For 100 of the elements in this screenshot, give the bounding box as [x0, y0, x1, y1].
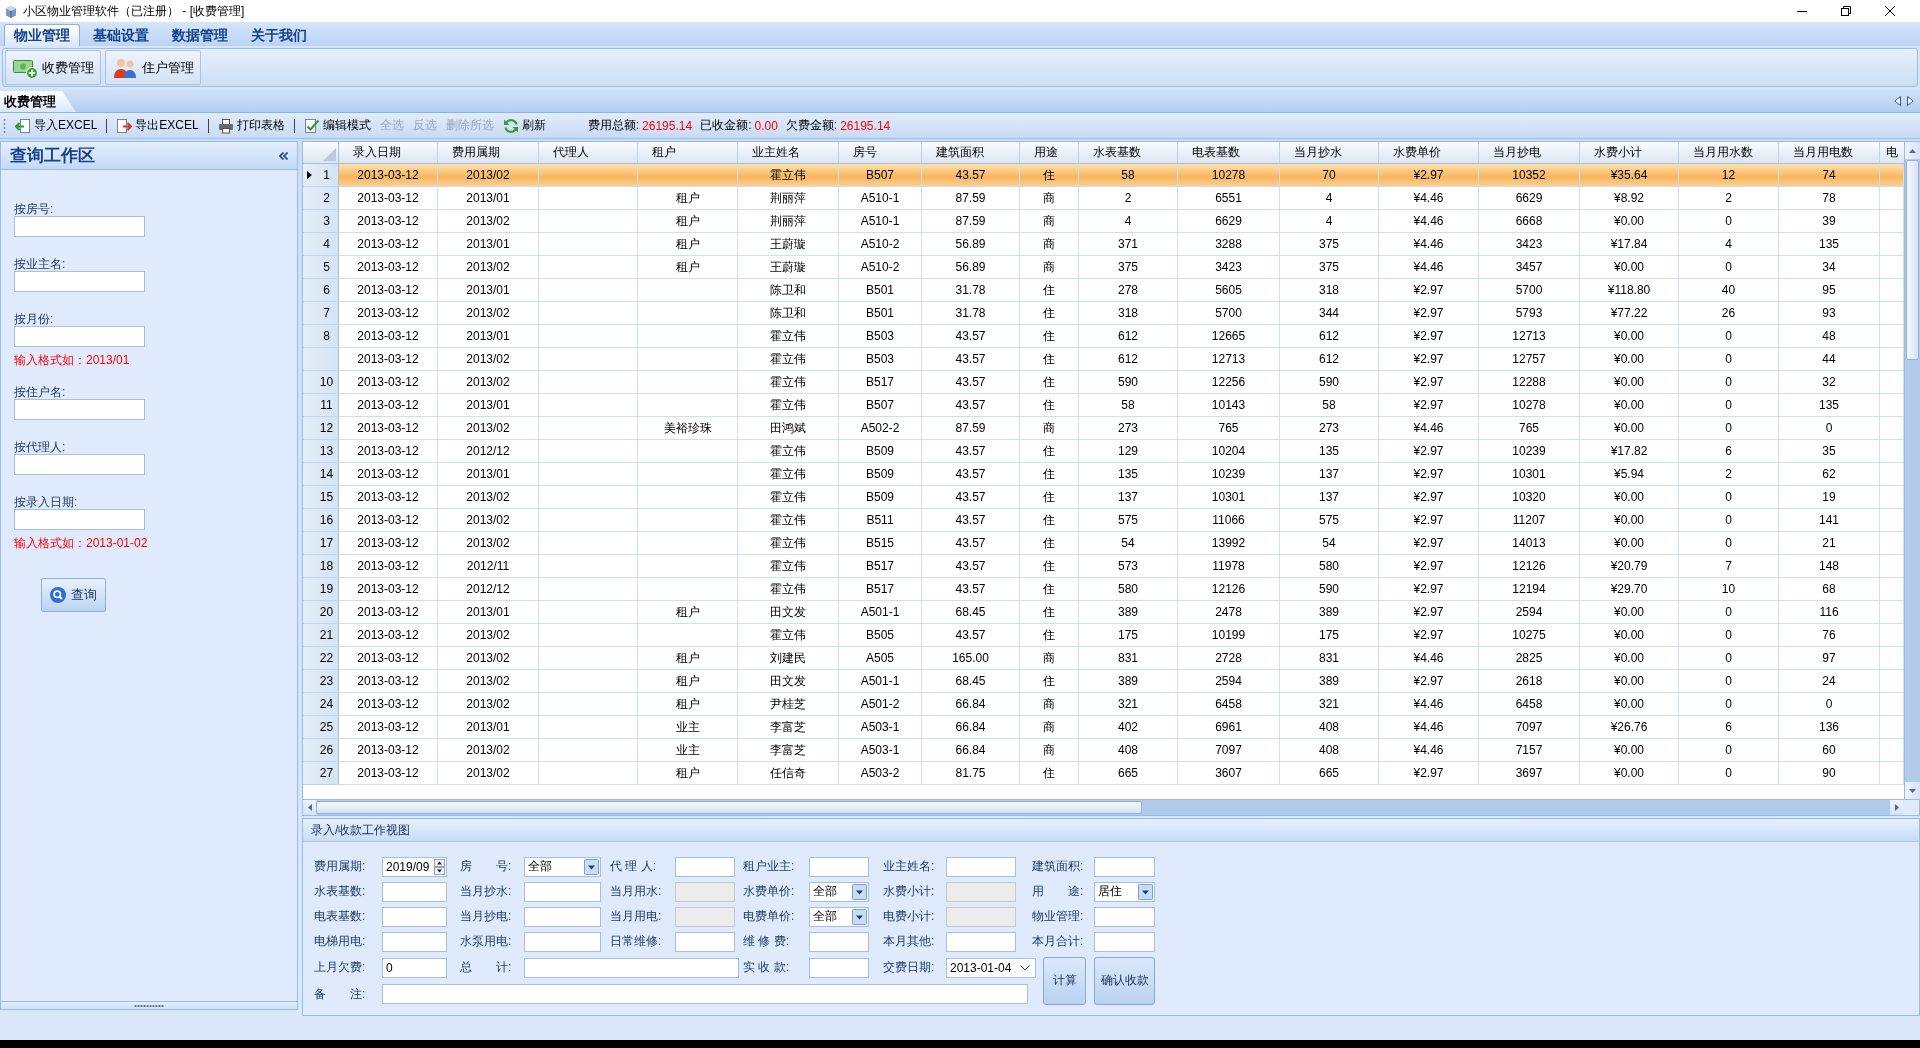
- scrollbar-thumb[interactable]: [1906, 160, 1919, 360]
- field-label: 维 修 费:: [743, 933, 790, 950]
- spin-arrows-icon[interactable]: [434, 858, 445, 875]
- table-row[interactable]: 7 2013-03-12 2013/02 陈卫和 B501 31.78 住 318 5700 344 ¥2.97 5793 ¥77.22 26 93: [303, 302, 1904, 325]
- table-row[interactable]: 16 2013-03-12 2013/02 霍立伟 B511 43.57 住 575 11066 575 ¥2.97 11207 ¥0.00 0 141: [303, 509, 1904, 532]
- arrow-right-icon[interactable]: [1907, 95, 1914, 106]
- table-row[interactable]: 21 2013-03-12 2013/02 霍立伟 B505 43.57 住 175 10199 175 ¥2.97 10275 ¥0.00 0 76: [303, 624, 1904, 647]
- table-row[interactable]: 4 2013-03-12 2013/01 租户 王蔚璇 A510-2 56.89 商 371 3288 375 ¥4.46 3423 ¥17.84 4 135: [303, 233, 1904, 256]
- input-field[interactable]: [14, 271, 145, 292]
- search-button[interactable]: 查询: [41, 578, 106, 612]
- toolbar-button[interactable]: 导出EXCEL: [113, 114, 202, 137]
- table-row[interactable]: 24 2013-03-12 2013/02 租户 尹桂芝 A501-2 66.84 商 321 6458 321 ¥4.46 6458 ¥0.00 0 0: [303, 693, 1904, 716]
- table-row[interactable]: 22 2013-03-12 2013/02 租户 刘建民 A505 165.00 商 831 2728 831 ¥4.46 2825 ¥0.00 0 97: [303, 647, 1904, 670]
- input-field[interactable]: [524, 906, 601, 927]
- table-row[interactable]: 11 2013-03-12 2013/01 霍立伟 B507 43.57 住 58 10143 58 ¥2.97 10278 ¥0.00 0 135: [303, 394, 1904, 417]
- dropdown[interactable]: 全部: [524, 856, 601, 877]
- triangle-icon[interactable]: [323, 148, 336, 161]
- ribbon-button[interactable]: 收费管理: [5, 50, 101, 85]
- table-row[interactable]: 25 2013-03-12 2013/01 业主 李富芝 A503-1 66.84 商 402 6961 408 ¥4.46 7097 ¥26.76 6 136: [303, 716, 1904, 739]
- table-row[interactable]: 1 2013-03-12 2013/02 霍立伟 B507 43.57 住 58 10278 70 ¥2.97 10352 ¥35.64 12 74: [303, 164, 1904, 187]
- table-row[interactable]: 26 2013-03-12 2013/02 业主 李富芝 A503-1 66.84 商 408 7097 408 ¥4.46 7157 ¥0.00 0 60: [303, 739, 1904, 762]
- row-number: 10: [318, 375, 335, 389]
- field-label: 电梯用电:: [314, 933, 367, 950]
- input-field[interactable]: [14, 399, 145, 420]
- format-hint: 输入格式如：2013/01: [14, 353, 130, 367]
- input-field[interactable]: [809, 957, 869, 978]
- field-label: 实 收 款:: [743, 959, 790, 976]
- action-button[interactable]: 计算: [1043, 956, 1086, 1005]
- table-row[interactable]: 14 2013-03-12 2013/01 霍立伟 B509 43.57 住 135 10239 137 ¥2.97 10301 ¥5.94 2 62: [303, 463, 1904, 486]
- toolbar-button[interactable]: 刷新: [499, 114, 549, 137]
- arrow-right-icon[interactable]: [1894, 804, 1899, 811]
- table-row[interactable]: 27 2013-03-12 2013/02 租户 任信奇 A503-2 81.75 住 665 3607 665 ¥2.97 3697 ¥0.00 0 90: [303, 762, 1904, 785]
- table-row[interactable]: 20 2013-03-12 2013/01 租户 田文发 A501-1 68.45 住 389 2478 389 ¥2.97 2594 ¥0.00 0 116: [303, 601, 1904, 624]
- total-value: 26195.14: [642, 118, 693, 133]
- table-row[interactable]: 2013-03-12 2013/02 霍立伟 B503 43.57 住 612 12713 612 ¥2.97 12757 ¥0.00 0 44: [303, 348, 1904, 371]
- table-row[interactable]: 8 2013-03-12 2013/01 霍立伟 B503 43.57 住 612 12665 612 ¥2.97 12713 ¥0.00 0 48: [303, 325, 1904, 348]
- table-row[interactable]: 12 2013-03-12 2013/02 美裕珍珠 田鸿斌 A502-2 87.59 商 273 765 273 ¥4.46 765 ¥0.00 0 0: [303, 417, 1904, 440]
- table-row[interactable]: 6 2013-03-12 2013/01 陈卫和 B501 31.78 住 278 5605 318 ¥2.97 5700 ¥118.80 40 95: [303, 279, 1904, 302]
- arrow-left-icon[interactable]: [307, 804, 312, 811]
- input-field[interactable]: [524, 931, 601, 952]
- document-tab[interactable]: 收费管理: [0, 91, 76, 112]
- input-field[interactable]: [1094, 931, 1155, 952]
- scrollbar-thumb[interactable]: [316, 801, 1142, 814]
- toolbar-button[interactable]: 编辑模式: [300, 114, 374, 137]
- input-field[interactable]: [382, 906, 447, 927]
- ribbon-button[interactable]: 住户管理: [105, 50, 201, 85]
- table-row[interactable]: 10 2013-03-12 2013/02 霍立伟 B517 43.57 住 590 12256 590 ¥2.97 12288 ¥0.00 0 32: [303, 371, 1904, 394]
- menu-tab[interactable]: 基础设置: [83, 24, 159, 46]
- table-row[interactable]: 17 2013-03-12 2013/02 霍立伟 B515 43.57 住 54 13992 54 ¥2.97 14013 ¥0.00 0 21: [303, 532, 1904, 555]
- input-field[interactable]: [382, 931, 447, 952]
- menu-tab[interactable]: 数据管理: [162, 24, 238, 46]
- grip-icon[interactable]: [3, 117, 6, 134]
- arrow-left-icon[interactable]: [1894, 95, 1901, 106]
- table-row[interactable]: 23 2013-03-12 2013/02 租户 田文发 A501-1 68.45 住 389 2594 389 ¥2.97 2618 ¥0.00 0 24: [303, 670, 1904, 693]
- table-cell: ¥2.97: [1379, 762, 1479, 785]
- table-row[interactable]: 5 2013-03-12 2013/02 租户 王蔚璇 A510-2 56.89 商 375 3423 375 ¥4.46 3457 ¥0.00 0 34: [303, 256, 1904, 279]
- input-field[interactable]: [382, 881, 447, 902]
- menu-tab[interactable]: 关于我们: [241, 24, 317, 46]
- input-field[interactable]: 0: [382, 957, 447, 978]
- table-row[interactable]: 2 2013-03-12 2013/01 租户 荆丽萍 A510-1 87.59 商 2 6551 4 ¥4.46 6629 ¥8.92 2 78: [303, 187, 1904, 210]
- input-field[interactable]: [382, 984, 1028, 1004]
- table-row[interactable]: 15 2013-03-12 2013/02 霍立伟 B509 43.57 住 137 10301 137 ¥2.97 10320 ¥0.00 0 19: [303, 486, 1904, 509]
- horizontal-scrollbar[interactable]: [303, 799, 1919, 815]
- arrow-up-icon[interactable]: [1909, 148, 1916, 153]
- table-row[interactable]: 18 2013-03-12 2012/11 霍立伟 B517 43.57 住 573 11978 580 ¥2.97 12126 ¥20.79 7 148: [303, 555, 1904, 578]
- input-field[interactable]: [809, 931, 869, 952]
- input-field[interactable]: [1094, 906, 1155, 927]
- dropdown[interactable]: 全部: [809, 881, 869, 902]
- field-label: 总 计:: [460, 959, 513, 976]
- action-button[interactable]: 确认收款: [1094, 956, 1155, 1005]
- input-field[interactable]: [14, 454, 145, 475]
- input-field[interactable]: [14, 326, 145, 347]
- panel-title: 查询工作区: [10, 145, 95, 167]
- dropdown[interactable]: 居住: [1094, 881, 1155, 902]
- arrow-down-icon[interactable]: [1909, 788, 1916, 793]
- input-field[interactable]: [809, 856, 869, 877]
- double-chevron-icon[interactable]: [279, 151, 288, 160]
- input-field[interactable]: [1094, 856, 1155, 877]
- grip-icon[interactable]: [134, 1004, 164, 1007]
- toolbar-button[interactable]: 导入EXCEL: [12, 114, 101, 137]
- dropdown[interactable]: 全部: [809, 906, 869, 927]
- input-field[interactable]: [675, 931, 735, 952]
- input-field[interactable]: [14, 216, 145, 237]
- date-picker[interactable]: 2013-01-04: [946, 957, 1036, 978]
- table-row[interactable]: 13 2013-03-12 2012/12 霍立伟 B509 43.57 住 129 10204 135 ¥2.97 10239 ¥17.82 6 35: [303, 440, 1904, 463]
- spin-field[interactable]: 2019/09: [382, 856, 447, 877]
- table-row[interactable]: 19 2013-03-12 2012/12 霍立伟 B517 43.57 住 580 12126 590 ¥2.97 12194 ¥29.70 10 68: [303, 578, 1904, 601]
- menu-tab[interactable]: 物业管理: [4, 24, 80, 46]
- input-field[interactable]: [524, 957, 739, 978]
- toolbar-button[interactable]: 打印表格: [214, 114, 288, 137]
- input-field[interactable]: [14, 509, 145, 530]
- input-field[interactable]: [946, 856, 1016, 877]
- field-label: 水表基数:: [314, 883, 367, 900]
- input-field[interactable]: [675, 856, 735, 877]
- input-field[interactable]: [524, 881, 601, 902]
- table-cell: 租户: [638, 762, 738, 785]
- table-row[interactable]: 3 2013-03-12 2013/02 租户 荆丽萍 A510-1 87.59 商 4 6629 4 ¥4.46 6668 ¥0.00 0 39: [303, 210, 1904, 233]
- row-number: 3: [322, 214, 331, 228]
- input-field[interactable]: [946, 931, 1016, 952]
- vertical-scrollbar[interactable]: [1904, 142, 1920, 799]
